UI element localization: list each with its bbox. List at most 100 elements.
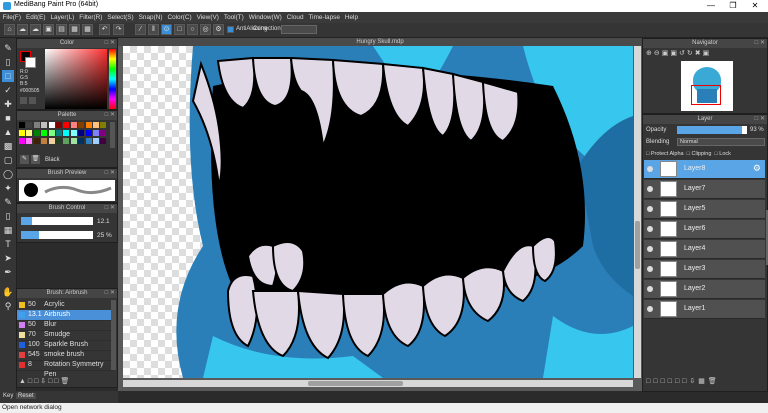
rotate-right-icon[interactable]: ↻ — [687, 50, 695, 57]
pen-tool-icon[interactable]: ✓ — [2, 84, 14, 96]
palette-swatch[interactable] — [33, 130, 40, 136]
palette-swatch[interactable] — [41, 122, 48, 128]
color-picker-icon[interactable] — [29, 97, 36, 104]
delete-layer-icon[interactable]: 🗑 — [708, 378, 720, 385]
menu-window[interactable]: Window(W) — [246, 12, 284, 23]
brush-delete-icon[interactable]: 🗑 — [60, 378, 69, 385]
palette-swatch[interactable] — [85, 122, 92, 128]
layer-visibility-icon[interactable] — [647, 206, 653, 212]
menu-view[interactable]: View(V) — [194, 12, 221, 23]
drawing-canvas[interactable] — [123, 46, 633, 378]
panel-close-icon[interactable]: □ ✕ — [755, 39, 765, 48]
merge-down-icon[interactable]: ⇩ — [689, 378, 698, 385]
palette-swatch[interactable] — [70, 122, 77, 128]
panel-close-icon[interactable]: □ ✕ — [755, 115, 765, 124]
palette-swatch[interactable] — [85, 130, 92, 136]
layer-visibility-icon[interactable] — [647, 266, 653, 272]
palette-delete-icon[interactable]: 🗑 — [31, 155, 40, 164]
layer-row[interactable]: Layer7 — [644, 180, 765, 199]
palette-swatch[interactable] — [19, 122, 25, 128]
color-saturation-field[interactable] — [45, 49, 107, 109]
minimize-button[interactable]: — — [700, 0, 722, 12]
layer-settings-icon[interactable]: ▦ — [698, 378, 708, 385]
lasso-tool-icon[interactable]: ◯ — [2, 168, 14, 180]
horizontal-scroll-thumb[interactable] — [308, 381, 403, 386]
palette-grid[interactable] — [19, 122, 109, 148]
palette-swatch[interactable] — [85, 138, 92, 144]
snap-settings-icon[interactable]: ⚙ — [213, 24, 224, 35]
brush-tool-icon[interactable]: ✎ — [2, 42, 14, 54]
export-icon[interactable]: ▤ — [56, 24, 67, 35]
brush-folder-icon[interactable]: □ — [48, 378, 52, 385]
layer-visibility-icon[interactable] — [647, 306, 653, 312]
palette-swatch[interactable] — [33, 138, 40, 144]
reset-button[interactable]: Reset — [16, 393, 36, 399]
palette-swatch[interactable] — [78, 130, 85, 136]
panel-close-icon[interactable]: □ ✕ — [105, 39, 115, 48]
palette-swatch[interactable] — [70, 130, 77, 136]
bucket-tool-icon[interactable]: ▲ — [2, 126, 14, 138]
palette-swatch[interactable] — [93, 122, 99, 128]
new-halftone-layer-icon[interactable]: □ — [660, 378, 667, 385]
secondary-color-swatch[interactable] — [25, 57, 36, 68]
panel-icon[interactable]: ▦ — [69, 24, 80, 35]
rotate-left-icon[interactable]: ↺ — [679, 50, 687, 57]
brush-new-icon[interactable]: □ — [28, 378, 32, 385]
protect-alpha-checkbox[interactable]: □ — [646, 151, 649, 157]
select-eraser-tool-icon[interactable]: ▯ — [2, 210, 14, 222]
palette-swatch[interactable] — [48, 130, 55, 136]
antialias-checkbox[interactable] — [227, 26, 234, 33]
menu-select[interactable]: Select(S) — [105, 12, 136, 23]
palette-swatch[interactable] — [41, 130, 48, 136]
flip-icon[interactable]: ✖ — [695, 50, 703, 57]
hand-tool-icon[interactable]: ✋ — [2, 286, 14, 298]
brush-list-scrollbar[interactable] — [111, 300, 116, 370]
palette-swatch[interactable] — [26, 130, 33, 136]
undo-icon[interactable]: ↶ — [99, 24, 110, 35]
menu-snap[interactable]: Snap(N) — [136, 12, 165, 23]
palette-swatch[interactable] — [41, 138, 48, 144]
palette-swatch[interactable] — [63, 122, 70, 128]
menu-file[interactable]: File(F) — [0, 12, 23, 23]
menu-timelapse[interactable]: Time-lapse — [306, 12, 342, 23]
palette-swatch[interactable] — [93, 130, 99, 136]
brush-list-item[interactable]: 8 Rotation Symmetry Pen — [17, 360, 113, 378]
palette-swatch[interactable] — [100, 130, 107, 136]
marquee-tool-icon[interactable]: ▢ — [2, 154, 14, 166]
lock-checkbox[interactable]: □ — [714, 151, 717, 157]
gradient-tool-icon[interactable]: ▩ — [2, 140, 14, 152]
palette-swatch[interactable] — [78, 122, 85, 128]
correction-select[interactable] — [281, 25, 317, 34]
menu-color[interactable]: Color(C) — [165, 12, 194, 23]
layer-visibility-icon[interactable] — [647, 246, 653, 252]
divide-tool-icon[interactable]: ▦ — [2, 224, 14, 236]
layer-settings-gear-icon[interactable]: ⚙ — [753, 163, 761, 174]
panel-close-icon[interactable]: □ ✕ — [105, 169, 115, 178]
layer-opacity-slider[interactable] — [677, 126, 747, 134]
palette-swatch[interactable] — [63, 138, 70, 144]
brush-settings-icon[interactable]: □ — [54, 378, 58, 385]
cloud-icon[interactable]: ☁ — [17, 24, 28, 35]
layer-row[interactable]: Layer1 — [644, 300, 765, 319]
navigator-thumbnail[interactable] — [681, 61, 733, 111]
layer-visibility-icon[interactable] — [647, 186, 653, 192]
clipping-checkbox[interactable]: □ — [687, 151, 690, 157]
palette-swatch[interactable] — [56, 122, 62, 128]
snap-cross-icon[interactable]: ⊙ — [161, 24, 172, 35]
palette-swatch[interactable] — [19, 130, 25, 136]
layer-row[interactable]: Layer6 — [644, 220, 765, 239]
home-icon[interactable]: ⌂ — [4, 24, 15, 35]
menu-cloud[interactable]: Cloud — [284, 12, 306, 23]
palette-scrollbar[interactable] — [110, 122, 115, 148]
actual-size-icon[interactable]: ▣ — [670, 50, 679, 57]
zoom-tool-icon[interactable]: ⚲ — [2, 300, 14, 312]
brush-copy-icon[interactable]: □ — [34, 378, 38, 385]
select-pen-tool-icon[interactable]: ✎ — [2, 196, 14, 208]
brush-add-icon[interactable]: ▲ — [19, 378, 26, 385]
redo-icon[interactable]: ↷ — [113, 24, 124, 35]
new-8bit-layer-icon[interactable]: □ — [668, 378, 675, 385]
eraser-tool-icon[interactable]: ▯ — [2, 56, 14, 68]
menu-layer[interactable]: Layer(L) — [48, 12, 77, 23]
vertical-scrollbar[interactable] — [634, 46, 641, 378]
palette-swatch[interactable] — [33, 122, 40, 128]
